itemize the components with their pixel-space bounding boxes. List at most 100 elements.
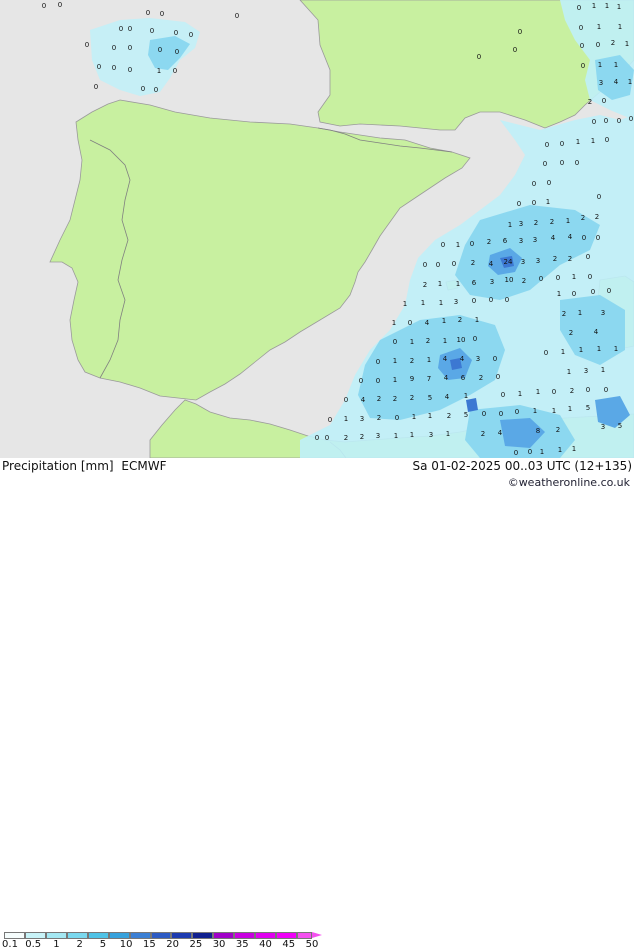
colorbar-segment xyxy=(45,932,67,939)
precip-value-label: 0 xyxy=(581,62,585,70)
precip-value-label: 3 xyxy=(360,415,364,423)
precip-value-label: 1 xyxy=(625,40,629,48)
precip-value-label: 2 xyxy=(481,430,485,438)
precip-value-label: 0 xyxy=(452,260,456,268)
precip-value-label: 8 xyxy=(536,427,540,435)
precip-value-label: 0 xyxy=(501,391,505,399)
precip-value-label: 1 xyxy=(421,299,425,307)
precip-value-label: 1 xyxy=(597,345,601,353)
precip-value-label: 0 xyxy=(579,24,583,32)
precip-value-label: 0 xyxy=(547,179,551,187)
precip-value-label: 1 xyxy=(508,221,512,229)
precip-value-label: 1 xyxy=(552,407,556,415)
colorbar-segment xyxy=(255,932,277,939)
precip-value-label: 1 xyxy=(439,299,443,307)
precip-value-label: 2 xyxy=(570,387,574,395)
precip-value-label: 2 xyxy=(479,374,483,382)
precip-value-label: 0 xyxy=(597,193,601,201)
precip-value-label: 0 xyxy=(545,141,549,149)
precip-value-label: 1 xyxy=(614,345,618,353)
precip-value-label: 1 xyxy=(597,23,601,31)
precip-value-label: 0 xyxy=(160,10,164,18)
precip-value-label: 4 xyxy=(594,328,599,336)
precip-value-label: 1 xyxy=(567,368,571,376)
precip-value-label: 1 xyxy=(456,280,460,288)
precip-value-label: 0 xyxy=(596,234,600,242)
precip-value-label: 1 xyxy=(536,388,540,396)
precip-value-label: 2 xyxy=(471,259,475,267)
precip-value-label: 2 xyxy=(447,412,451,420)
precip-value-label: 2 xyxy=(344,434,348,442)
precip-value-label: 3 xyxy=(519,220,523,228)
precip-value-label: 1 xyxy=(576,138,580,146)
precip-value-label: 3 xyxy=(519,237,523,245)
precip-value-label: 2 xyxy=(588,98,592,106)
precip-value-label: 0 xyxy=(235,12,239,20)
colorbar-segment xyxy=(171,932,193,939)
precip-value-label: 0 xyxy=(189,31,193,39)
precip-value-label: 4 xyxy=(551,234,556,242)
model-name: ECMWF xyxy=(121,459,167,473)
precip-value-label: 0 xyxy=(393,338,397,346)
precip-value-label: 2 xyxy=(581,214,585,222)
precip-value-label: 2 xyxy=(423,281,427,289)
precip-value-label: 3 xyxy=(521,258,525,266)
precip-value-label: 1 xyxy=(456,241,460,249)
precip-value-label: 0 xyxy=(514,449,518,457)
precip-value-label: 0 xyxy=(112,64,116,72)
precip-value-label: 0 xyxy=(94,83,98,91)
precip-value-label: 4 xyxy=(361,396,366,404)
precip-value-label: 0 xyxy=(596,41,600,49)
precip-value-label: 0 xyxy=(436,261,440,269)
precip-value-label: 1 xyxy=(344,415,348,423)
precip-value-label: 0 xyxy=(473,335,477,343)
precip-value-label: 0 xyxy=(359,377,363,385)
precip-value-label: 0 xyxy=(513,46,517,54)
precip-value-label: 3 xyxy=(536,257,540,265)
precip-value-label: 4 xyxy=(568,233,573,241)
precip-value-label: 1 xyxy=(157,67,161,75)
precip-value-label: 2 xyxy=(553,255,557,263)
precip-value-label: 0 xyxy=(376,358,380,366)
precip-value-label: 0 xyxy=(575,159,579,167)
precip-value-label: 0 xyxy=(158,46,162,54)
colorbar-tick-label: 0.5 xyxy=(25,939,42,950)
precip-value-label: 5 xyxy=(428,394,432,402)
precip-value-label: 3 xyxy=(584,367,588,375)
precip-value-label: 2 xyxy=(426,337,430,345)
precip-value-label: 0 xyxy=(119,25,123,33)
precip-value-label: 9 xyxy=(410,375,414,383)
precip-value-label: 0 xyxy=(586,253,590,261)
colorbar-segment xyxy=(108,932,130,939)
precip-value-label: 0 xyxy=(591,288,595,296)
precip-value-label: 0 xyxy=(582,234,586,242)
precip-med-strong-3 xyxy=(466,398,478,412)
colorbar-segment xyxy=(234,932,256,939)
precip-value-label: 1 xyxy=(443,337,447,345)
precip-value-label: 3 xyxy=(454,298,458,306)
precip-value-label: 1 xyxy=(591,137,595,145)
colorbar-segment xyxy=(24,932,46,939)
precip-value-label: 0 xyxy=(472,297,476,305)
precip-value-label: 1 xyxy=(617,3,621,11)
precip-value-label: 1 xyxy=(475,316,479,324)
precip-value-label: 3 xyxy=(601,309,605,317)
precip-value-label: 1 xyxy=(442,317,446,325)
colorbar-arrow xyxy=(312,932,322,938)
precip-value-label: 2 xyxy=(569,329,573,337)
precip-value-label: 1 xyxy=(628,78,632,86)
precip-value-label: 2 xyxy=(534,219,538,227)
precip-value-label: 0 xyxy=(470,240,474,248)
precip-value-label: 2 xyxy=(611,39,615,47)
precip-value-label: 0 xyxy=(602,97,606,105)
precip-value-label: 3 xyxy=(429,431,433,439)
precip-value-label: 0 xyxy=(544,349,548,357)
precip-value-label: 1 xyxy=(566,217,570,225)
precip-value-label: 0 xyxy=(604,117,608,125)
precip-value-label: 0 xyxy=(629,115,633,123)
precip-value-label: 4 xyxy=(460,355,465,363)
precip-value-label: 0 xyxy=(539,275,543,283)
precip-value-label: 4 xyxy=(443,355,448,363)
precip-value-label: 0 xyxy=(543,160,547,168)
precip-value-label: 4 xyxy=(445,393,450,401)
